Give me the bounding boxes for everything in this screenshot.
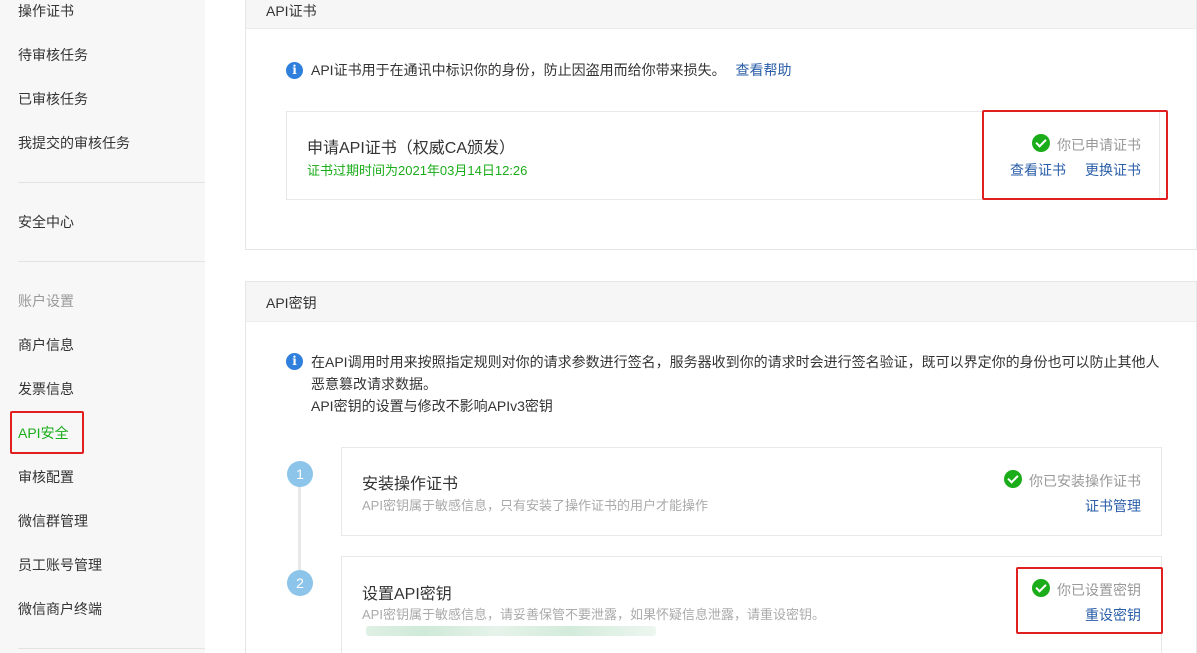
sidebar-item-staff-accounts[interactable]: 员工账号管理 bbox=[18, 554, 102, 576]
key-notice-line2: 恶意篡改请求数据。 bbox=[311, 376, 437, 392]
sidebar-item-wechat-group[interactable]: 微信群管理 bbox=[18, 510, 88, 532]
sidebar-item-merchant-terminal[interactable]: 微信商户终端 bbox=[18, 598, 102, 620]
step-number: 1 bbox=[287, 461, 313, 487]
panel-header: API证书 bbox=[246, 0, 1196, 29]
step-description: API密钥属于敏感信息，只有安装了操作证书的用户才能操作 bbox=[362, 498, 708, 513]
sidebar-item-reviewed[interactable]: 已审核任务 bbox=[18, 88, 88, 110]
panel-title: API证书 bbox=[266, 3, 317, 19]
sidebar-item-invoice-info[interactable]: 发票信息 bbox=[18, 378, 74, 400]
sidebar: 操作证书 待审核任务 已审核任务 我提交的审核任务 安全中心 账户设置 商户信息… bbox=[0, 0, 205, 653]
cert-notice: API证书用于在通讯中标识你的身份，防止因盗用而给你带来损失。 查看帮助 bbox=[311, 59, 791, 81]
help-link[interactable]: 查看帮助 bbox=[735, 62, 791, 78]
check-circle-icon bbox=[1004, 470, 1022, 488]
step-status-text: 你已安装操作证书 bbox=[1029, 473, 1141, 489]
sidebar-divider bbox=[18, 182, 205, 183]
step-description: API密钥属于敏感信息，请妥善保管不要泄露，如果怀疑信息泄露，请重设密钥。 bbox=[362, 607, 825, 622]
sidebar-item-review-config[interactable]: 审核配置 bbox=[18, 466, 74, 488]
sidebar-item-merchant-info[interactable]: 商户信息 bbox=[18, 334, 74, 356]
step-card bbox=[341, 447, 1162, 536]
info-icon: i bbox=[286, 62, 303, 79]
highlight-box bbox=[1016, 567, 1163, 634]
sidebar-item-pending-review[interactable]: 待审核任务 bbox=[18, 44, 88, 66]
step-title: 安装操作证书 bbox=[362, 476, 459, 493]
cert-card-title: 申请API证书（权威CA颁发） bbox=[307, 140, 516, 157]
step-connector bbox=[298, 486, 301, 570]
sidebar-divider bbox=[18, 648, 205, 649]
sidebar-section-account-settings: 账户设置 bbox=[18, 293, 74, 309]
cert-notice-text: API证书用于在通讯中标识你的身份，防止因盗用而给你带来损失。 bbox=[311, 62, 726, 78]
panel-title: API密钥 bbox=[266, 295, 317, 311]
key-notice-line1: 在API调用时用来按照指定规则对你的请求参数进行签名，服务器收到你的请求时会进行… bbox=[311, 354, 1160, 370]
sidebar-item-security-center[interactable]: 安全中心 bbox=[18, 211, 74, 233]
step-number: 2 bbox=[287, 570, 313, 596]
cert-expire-text: 证书过期时间为2021年03月14日12:26 bbox=[307, 163, 528, 178]
info-icon: i bbox=[286, 353, 303, 370]
sidebar-item-my-submitted[interactable]: 我提交的审核任务 bbox=[18, 132, 130, 154]
sidebar-item-operation-cert[interactable]: 操作证书 bbox=[18, 0, 74, 22]
panel-header: API密钥 bbox=[246, 282, 1196, 322]
step-title: 设置API密钥 bbox=[362, 586, 452, 603]
highlight-box bbox=[10, 411, 84, 454]
highlight-box bbox=[982, 110, 1168, 200]
cert-manage-link[interactable]: 证书管理 bbox=[1085, 496, 1141, 516]
sidebar-divider bbox=[18, 261, 205, 262]
key-notice-line3: API密钥的设置与修改不影响APIv3密钥 bbox=[311, 398, 553, 414]
masked-key-value bbox=[366, 626, 656, 636]
